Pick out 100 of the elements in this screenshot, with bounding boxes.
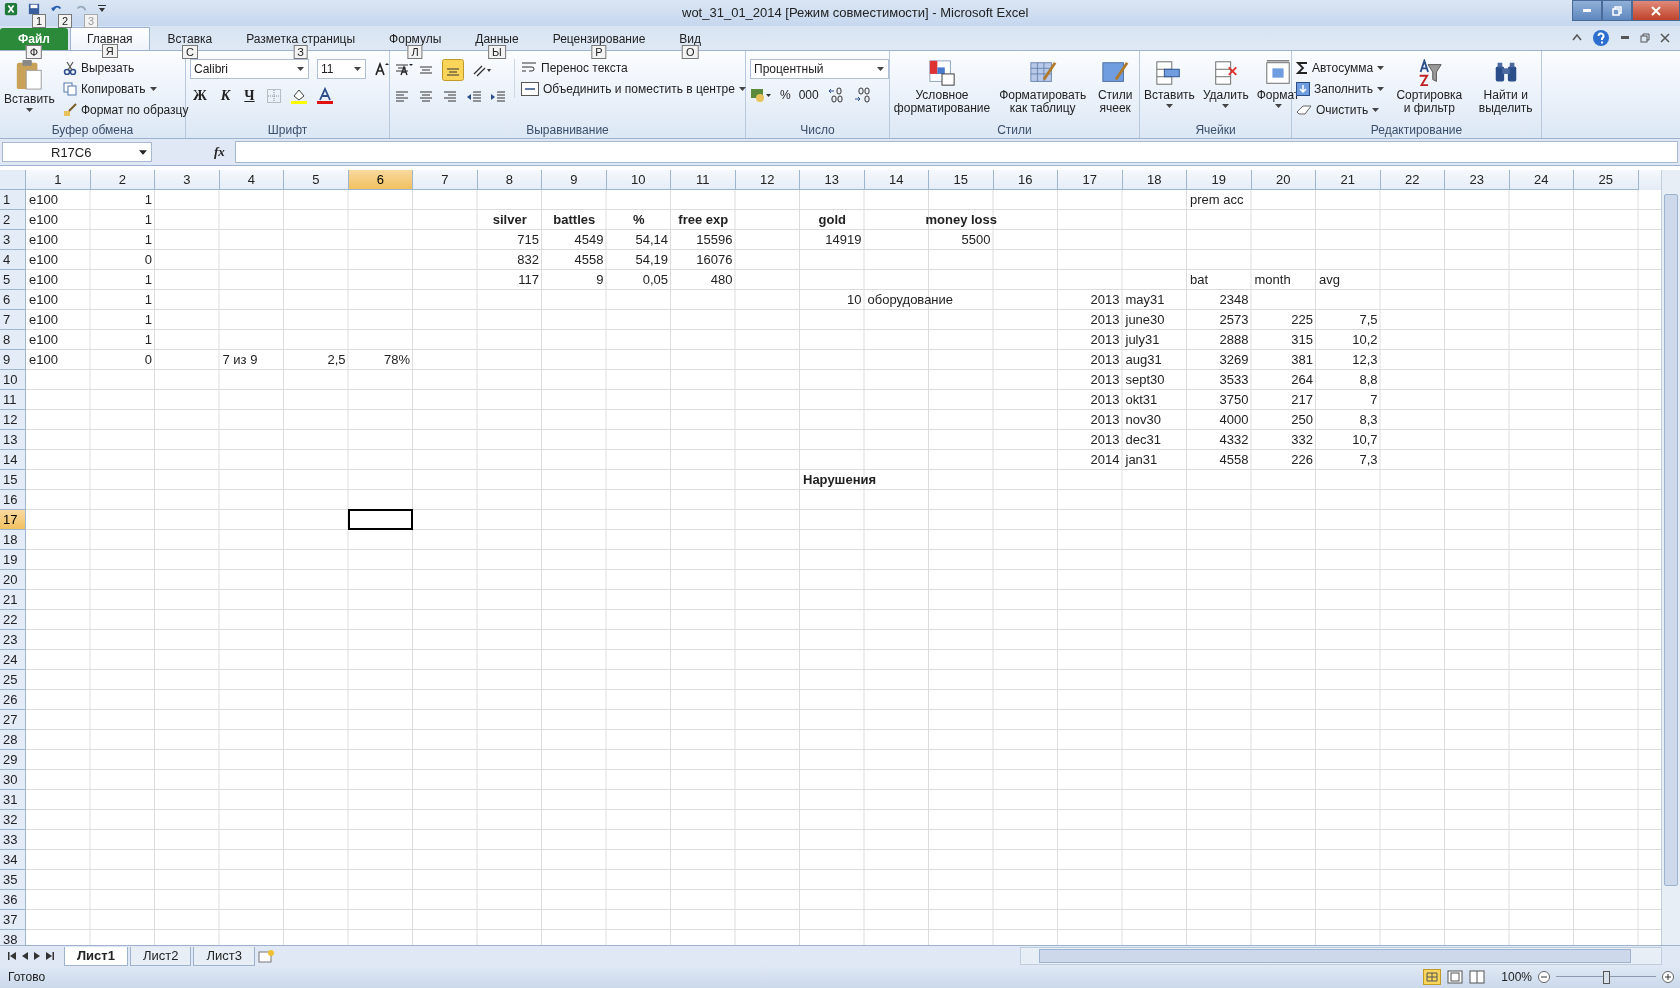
help-icon[interactable] (1592, 28, 1610, 47)
row-header[interactable]: 28 (0, 730, 26, 751)
row-header[interactable]: 8 (0, 330, 26, 351)
row-header[interactable]: 27 (0, 710, 26, 731)
page-layout-icon[interactable] (1447, 970, 1464, 985)
row-header[interactable]: 24 (0, 650, 26, 671)
column-header[interactable]: 18 (1122, 170, 1187, 191)
increase-decimal-icon[interactable] (826, 86, 845, 103)
column-header[interactable]: 20 (1251, 170, 1316, 191)
delete-cells-button[interactable]: Удалить (1202, 58, 1249, 108)
row-header[interactable]: 19 (0, 550, 26, 571)
column-header[interactable]: 17 (1058, 170, 1123, 191)
page-break-icon[interactable] (1469, 970, 1486, 985)
column-header[interactable]: 23 (1445, 170, 1510, 191)
row-header[interactable]: 14 (0, 450, 26, 471)
decrease-indent-icon[interactable] (466, 88, 482, 105)
customize-caret-icon[interactable] (98, 4, 106, 14)
column-header[interactable]: 15 (929, 170, 994, 191)
formula-input[interactable] (234, 141, 1678, 164)
zoom-in-icon[interactable] (1662, 971, 1674, 984)
row-header[interactable]: 2 (0, 210, 26, 231)
slider-thumb[interactable] (1603, 971, 1610, 985)
sheet-tab[interactable]: Лист3 (193, 946, 255, 966)
align-center-icon[interactable] (418, 88, 434, 105)
row-header[interactable]: 26 (0, 690, 26, 711)
cell-styles-button[interactable]: Стили ячеек (1095, 58, 1135, 115)
column-header[interactable]: 21 (1316, 170, 1381, 191)
row-header[interactable]: 20 (0, 570, 26, 591)
insert-cells-button[interactable]: Вставить (1144, 58, 1195, 108)
grow-font-icon[interactable] (374, 60, 390, 77)
column-header[interactable]: 4 (219, 170, 284, 191)
active-cell[interactable] (347, 509, 413, 531)
normal-view-icon[interactable] (1423, 969, 1442, 986)
increase-indent-icon[interactable] (490, 88, 506, 105)
row-header[interactable]: 32 (0, 810, 26, 831)
column-header[interactable]: 10 (606, 170, 671, 191)
bold-button[interactable]: Ж (190, 87, 210, 104)
collapse-ribbon-icon[interactable] (1572, 34, 1582, 42)
zoom-level[interactable]: 100% (1501, 970, 1532, 985)
merge-center-button[interactable]: Объединить и поместить в центре (521, 79, 746, 98)
column-header[interactable]: 16 (993, 170, 1058, 191)
format-painter-button[interactable]: Формат по образцу (62, 100, 189, 119)
row-header[interactable]: 30 (0, 770, 26, 791)
row-header[interactable]: 36 (0, 890, 26, 911)
find-select-button[interactable]: Найти и выделить (1474, 58, 1537, 115)
row-header[interactable]: 33 (0, 830, 26, 851)
save-icon[interactable] (28, 3, 40, 15)
font-color-icon[interactable] (315, 86, 334, 105)
sheet-tab[interactable]: Лист1 (64, 946, 128, 966)
row-header[interactable]: 18 (0, 530, 26, 551)
underline-button[interactable]: Ч (241, 87, 258, 104)
vertical-scrollbar[interactable] (1661, 170, 1680, 946)
sheet-tab[interactable]: Лист2 (129, 946, 192, 966)
minimize-button[interactable] (1572, 0, 1602, 21)
font-size-dropdown[interactable]: 11 (317, 58, 366, 79)
horizontal-scrollbar[interactable] (1020, 947, 1662, 966)
last-sheet-icon[interactable] (46, 952, 54, 961)
row-header[interactable]: 13 (0, 430, 26, 451)
next-sheet-icon[interactable] (34, 952, 40, 961)
cut-button[interactable]: Вырезать (62, 58, 189, 77)
decrease-decimal-icon[interactable] (852, 86, 871, 103)
minimize-icon[interactable] (1620, 36, 1630, 40)
row-header[interactable]: 21 (0, 590, 26, 611)
font-name-dropdown[interactable]: Calibri (190, 58, 309, 79)
column-header[interactable]: 8 (477, 170, 542, 191)
align-right-icon[interactable] (442, 88, 458, 105)
excel-logo-icon[interactable] (4, 2, 18, 16)
copy-button[interactable]: Копировать (62, 79, 189, 98)
insert-function-button[interactable]: fx (214, 144, 225, 161)
row-header[interactable]: 9 (0, 350, 26, 371)
column-header[interactable]: 6 (348, 170, 413, 191)
row-header[interactable]: 16 (0, 490, 26, 511)
row-header[interactable]: 6 (0, 290, 26, 311)
column-header[interactable]: 24 (1509, 170, 1574, 191)
number-format-dropdown[interactable]: Процентный (750, 58, 889, 79)
close-button[interactable] (1632, 0, 1680, 21)
previous-sheet-icon[interactable] (22, 952, 28, 961)
wrap-text-button[interactable]: Перенос текста (521, 58, 746, 77)
conditional-formatting-button[interactable]: Условное форматирование (894, 58, 990, 115)
row-header[interactable]: 37 (0, 910, 26, 931)
row-header[interactable]: 23 (0, 630, 26, 651)
column-header[interactable]: 2 (90, 170, 155, 191)
row-header[interactable]: 29 (0, 750, 26, 771)
column-header[interactable]: 1 (26, 170, 91, 191)
column-header[interactable]: 7 (413, 170, 478, 191)
thousands-separator-button[interactable]: 000 (798, 87, 819, 102)
row-header[interactable]: 22 (0, 610, 26, 631)
row-header[interactable]: 7 (0, 310, 26, 331)
column-header[interactable]: 22 (1380, 170, 1445, 191)
row-header[interactable]: 38 (0, 930, 26, 946)
first-sheet-icon[interactable] (8, 952, 16, 961)
column-header[interactable]: 14 (864, 170, 929, 191)
column-header[interactable]: 3 (155, 170, 220, 191)
format-as-table-button[interactable]: Форматировать как таблицу (998, 58, 1088, 115)
row-header[interactable]: 17 (0, 510, 26, 531)
column-header[interactable]: 13 (800, 170, 865, 191)
sort-filter-button[interactable]: Сортировка и фильтр (1392, 58, 1467, 115)
row-header[interactable]: 4 (0, 250, 26, 271)
row-header[interactable]: 25 (0, 670, 26, 691)
name-box[interactable]: R17C6 (2, 142, 152, 163)
